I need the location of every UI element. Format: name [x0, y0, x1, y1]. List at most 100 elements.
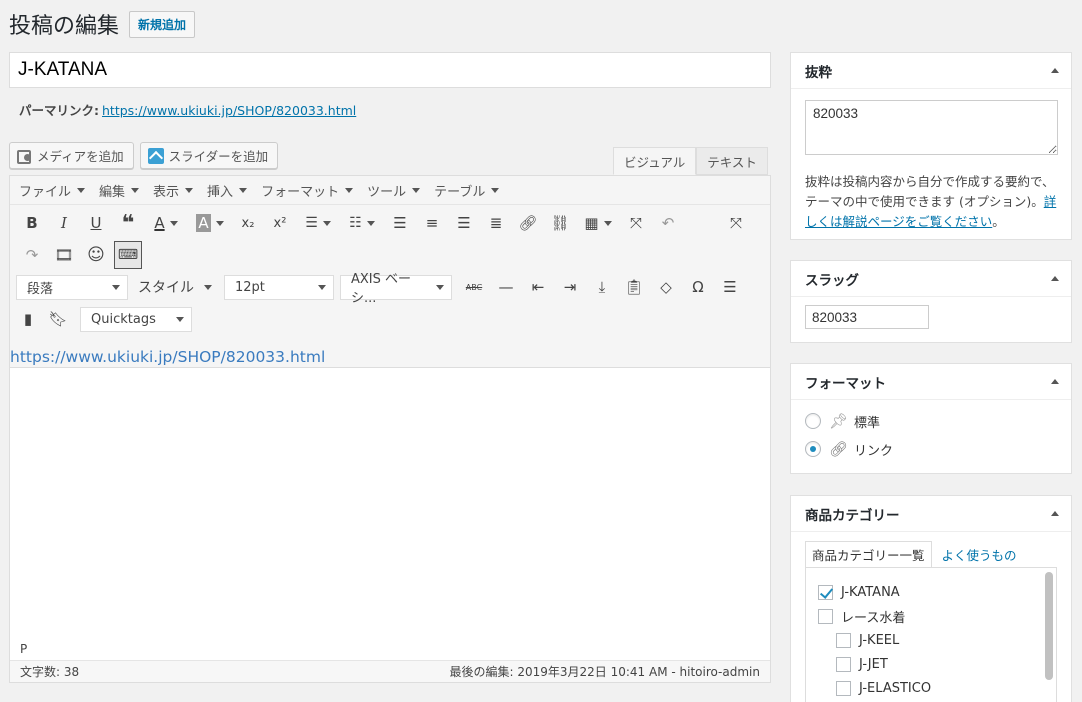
format-option-link: 🔗︎ リンク [805, 435, 1071, 463]
list-item: J-KEEL [836, 628, 1056, 652]
editor-menubar: ファイル 編集 表示 挿入 フォーマット ツール テーブル [10, 176, 770, 205]
tab-all-categories[interactable]: 商品カテゴリー一覧 [805, 541, 932, 567]
font-family-select[interactable]: AXIS ベーシ... [340, 272, 452, 306]
bookmark-icon[interactable]: 🔖︎ [48, 305, 68, 333]
emoji-icon[interactable]: ☺ [80, 241, 112, 269]
menu-table[interactable]: テーブル [434, 181, 500, 200]
bold-icon[interactable]: B [16, 209, 48, 237]
editor: ファイル 編集 表示 挿入 フォーマット ツール テーブル B I U ❝ A … [9, 175, 771, 683]
background-color-icon[interactable]: A [188, 209, 232, 237]
post-title-input[interactable] [9, 52, 771, 88]
style-select[interactable]: スタイル [134, 275, 216, 300]
insert-icon[interactable]: ⤓ [586, 273, 618, 301]
underline-icon[interactable]: U [80, 209, 112, 237]
category-checkbox[interactable] [818, 608, 833, 624]
tab-text[interactable]: テキスト [696, 147, 768, 175]
font-size-select[interactable]: 12pt [224, 274, 334, 300]
fullscreen-icon[interactable]: ⤧ [620, 209, 652, 237]
indent-icon[interactable]: ⇥ [554, 273, 586, 301]
align-left-icon[interactable]: ☰ [384, 209, 416, 237]
format-radio-standard[interactable] [805, 413, 821, 429]
chevron-down-icon [77, 187, 86, 193]
editor-tabs: ビジュアル テキスト [613, 147, 768, 175]
permalink-link[interactable]: https://www.ukiuki.jp/SHOP/820033.html [102, 103, 356, 118]
pin-icon: 📌︎ [829, 412, 849, 430]
excerpt-box: 抜粋 820033 抜粋は投稿内容から自分で作成する要約で、テーマの中で使用でき… [790, 52, 1072, 240]
eraser-icon[interactable]: ◇ [650, 273, 682, 301]
undo-icon[interactable]: ↶ [652, 209, 684, 237]
chevron-down-icon [204, 284, 212, 290]
add-slider-button[interactable]: スライダーを追加 [139, 142, 279, 169]
chevron-down-icon [131, 187, 140, 193]
unlink-icon[interactable]: ⛓︎ [544, 209, 576, 237]
category-checkbox[interactable] [818, 584, 833, 600]
align-center-icon[interactable]: ≡ [416, 209, 448, 237]
table-icon[interactable]: ▦ [576, 209, 620, 237]
chevron-down-icon [176, 316, 184, 322]
horizontal-line-icon[interactable]: — [490, 273, 522, 301]
add-new-button[interactable]: 新規追加 [129, 10, 196, 38]
list-item: J-JET [836, 652, 1056, 676]
omega-icon[interactable]: Ω [682, 273, 714, 301]
subscript-icon[interactable]: x₂ [232, 209, 264, 237]
add-media-button[interactable]: メディアを追加 [9, 142, 134, 169]
chevron-down-icon [436, 284, 444, 290]
page-title: 投稿の編集 [9, 14, 120, 39]
editor-statusbar: 文字数: 38 最後の編集: 2019年3月22日 10:41 AM - hit… [10, 660, 770, 682]
align-right-icon[interactable]: ☰ [448, 209, 480, 237]
slug-input[interactable] [805, 305, 929, 329]
menu-tools[interactable]: ツール [367, 181, 421, 200]
collapse-arrow-icon[interactable] [1051, 379, 1059, 384]
menu-view[interactable]: 表示 [153, 181, 194, 200]
link-icon[interactable]: 🔗︎ [512, 209, 544, 237]
italic-icon[interactable]: I [48, 209, 80, 237]
category-checkbox[interactable] [836, 656, 851, 672]
menu-edit[interactable]: 編集 [99, 181, 140, 200]
format-box-header[interactable]: フォーマット [791, 364, 1071, 400]
strikethrough-icon[interactable]: ABC [458, 273, 490, 301]
format-radio-link[interactable] [805, 441, 821, 457]
copy-icon[interactable]: ▮ [18, 305, 38, 333]
outdent-icon[interactable]: ⇤ [522, 273, 554, 301]
distraction-free-icon[interactable]: ⤧ [720, 209, 752, 237]
category-checkbox[interactable] [836, 680, 851, 696]
paste-icon[interactable]: 📋︎ [618, 273, 650, 301]
category-scrollbar[interactable] [1045, 572, 1053, 680]
blockquote-icon[interactable]: ❝ [112, 209, 144, 237]
slug-box-header[interactable]: スラッグ [791, 261, 1071, 297]
chevron-down-icon [345, 187, 354, 193]
read-more-icon[interactable]: ☰ [714, 273, 746, 301]
chevron-down-icon [412, 187, 421, 193]
redo-icon[interactable]: ↷ [16, 241, 48, 269]
menu-file[interactable]: ファイル [19, 181, 86, 200]
element-path: P [20, 642, 28, 656]
tab-visual[interactable]: ビジュアル [613, 147, 697, 175]
permalink: パーマリンク: https://www.ukiuki.jp/SHOP/820033… [19, 100, 356, 119]
category-box-header[interactable]: 商品カテゴリー [791, 496, 1071, 532]
menu-insert[interactable]: 挿入 [207, 181, 248, 200]
excerpt-box-header[interactable]: 抜粋 [791, 53, 1071, 89]
video-icon[interactable]: 🎞︎ [48, 241, 80, 269]
format-option-standard: 📌︎ 標準 [805, 407, 1071, 435]
toolbar-toggle-icon[interactable]: ⌨ [114, 241, 142, 269]
quicktags-select[interactable]: Quicktags [80, 306, 192, 332]
add-slider-label: スライダーを追加 [168, 149, 269, 164]
menu-format[interactable]: フォーマット [261, 181, 354, 200]
collapse-arrow-icon[interactable] [1051, 276, 1059, 281]
bullet-list-icon[interactable]: ☰ [296, 209, 340, 237]
chevron-down-icon [318, 284, 326, 290]
numbered-list-icon[interactable]: ☷ [340, 209, 384, 237]
collapse-arrow-icon[interactable] [1051, 511, 1059, 516]
excerpt-textarea[interactable]: 820033 [805, 100, 1058, 155]
category-box: 商品カテゴリー 商品カテゴリー一覧 よく使うもの J-KATANA レース水着 … [790, 495, 1072, 702]
word-count: 文字数: 38 [20, 665, 80, 679]
paragraph-select[interactable]: 段落 [16, 274, 128, 300]
category-checkbox[interactable] [836, 632, 851, 648]
collapse-arrow-icon[interactable] [1051, 68, 1059, 73]
align-justify-icon[interactable]: ≣ [480, 209, 512, 237]
editor-content[interactable]: https://www.ukiuki.jp/SHOP/820033.html [10, 342, 325, 372]
text-color-icon[interactable]: A [144, 209, 188, 237]
tab-popular-categories[interactable]: よく使うもの [936, 541, 1023, 567]
link-icon: 🔗︎ [829, 440, 849, 458]
superscript-icon[interactable]: x² [264, 209, 296, 237]
